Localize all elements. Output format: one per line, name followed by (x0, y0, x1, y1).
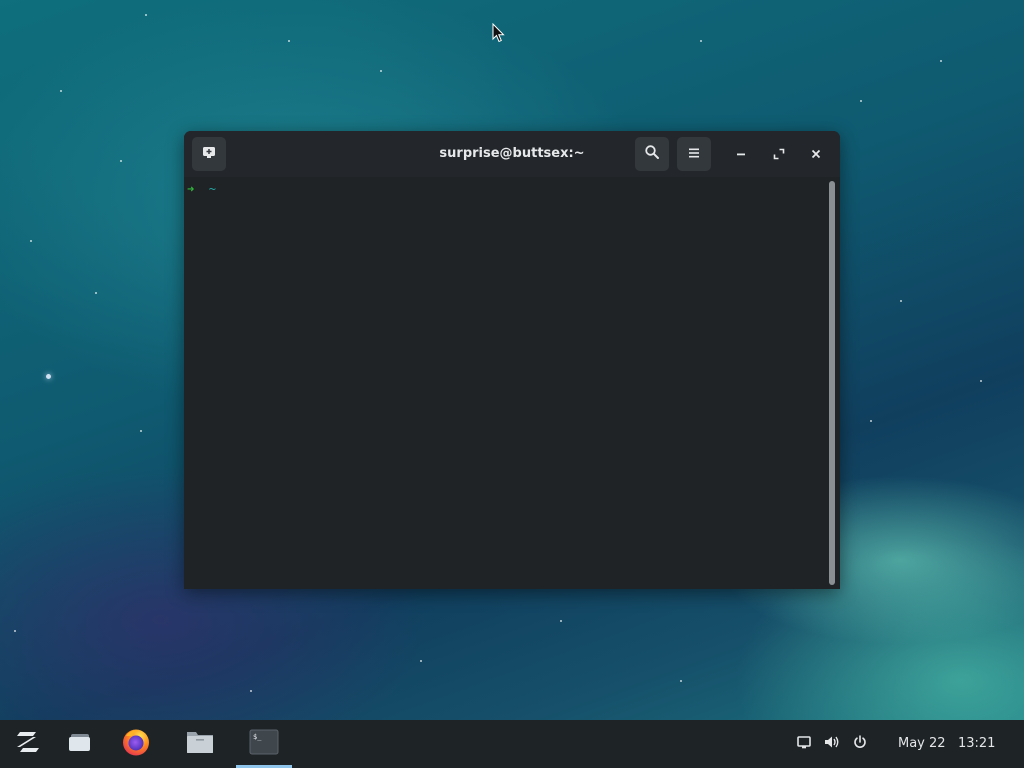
terminal-output-area[interactable]: ➜ ~ (184, 177, 840, 589)
minimize-icon (735, 145, 747, 164)
clock-date: May 22 (898, 736, 946, 751)
mouse-pointer-icon (492, 22, 506, 47)
prompt-arrow: ➜ (187, 182, 195, 196)
terminal-window[interactable]: surprise@buttsex:~ ➜ ~ (184, 131, 840, 589)
terminal-titlebar[interactable]: surprise@buttsex:~ (184, 131, 840, 177)
star (288, 40, 290, 42)
star (420, 660, 422, 662)
power-icon (852, 734, 868, 754)
svg-text:$_: $_ (253, 733, 262, 741)
desktop-wallpaper: surprise@buttsex:~ ➜ ~ (0, 0, 1024, 768)
terminal-icon: $_ (249, 729, 279, 759)
shell-prompt: ➜ ~ (187, 182, 216, 196)
clock[interactable]: May 22 13:21 (898, 720, 995, 768)
star (250, 690, 252, 692)
terminal-launcher[interactable]: $_ (236, 720, 292, 768)
clock-time: 13:21 (957, 736, 996, 751)
menu-button[interactable] (677, 137, 711, 171)
terminal-scrollbar[interactable] (829, 181, 835, 585)
workspace-switcher-button[interactable] (52, 720, 108, 768)
taskbar: $_ May 22 13:21 (0, 720, 1024, 768)
files-launcher[interactable] (172, 720, 228, 768)
prompt-directory: ~ (208, 182, 216, 196)
star (60, 90, 62, 92)
star (14, 630, 16, 632)
search-icon (644, 144, 660, 164)
maximize-button[interactable] (762, 137, 796, 171)
volume-icon (823, 734, 841, 754)
firefox-launcher[interactable] (108, 720, 164, 768)
firefox-icon (121, 727, 151, 761)
minimize-button[interactable] (724, 137, 758, 171)
star (380, 70, 382, 72)
zorin-menu-button[interactable] (0, 720, 56, 768)
new-tab-button[interactable] (192, 137, 226, 171)
star (980, 380, 982, 382)
zorin-logo-icon (14, 730, 42, 758)
close-button[interactable] (799, 137, 833, 171)
workspace-switcher-icon (67, 731, 93, 757)
hamburger-menu-icon (687, 145, 701, 164)
star (46, 374, 51, 379)
maximize-icon (773, 145, 785, 164)
star (870, 420, 872, 422)
star (680, 680, 682, 682)
volume-tray-button[interactable] (820, 732, 844, 756)
screen-tray-button[interactable] (792, 732, 816, 756)
screen-icon (796, 734, 812, 754)
power-tray-button[interactable] (848, 732, 872, 756)
star (95, 292, 97, 294)
close-icon (810, 145, 822, 164)
star (145, 14, 147, 16)
new-tab-icon (201, 144, 217, 164)
star (860, 100, 862, 102)
star (940, 60, 942, 62)
star (30, 240, 32, 242)
star (120, 160, 122, 162)
folder-icon (185, 728, 215, 760)
search-button[interactable] (635, 137, 669, 171)
star (140, 430, 142, 432)
star (900, 300, 902, 302)
star (700, 40, 702, 42)
star (560, 620, 562, 622)
